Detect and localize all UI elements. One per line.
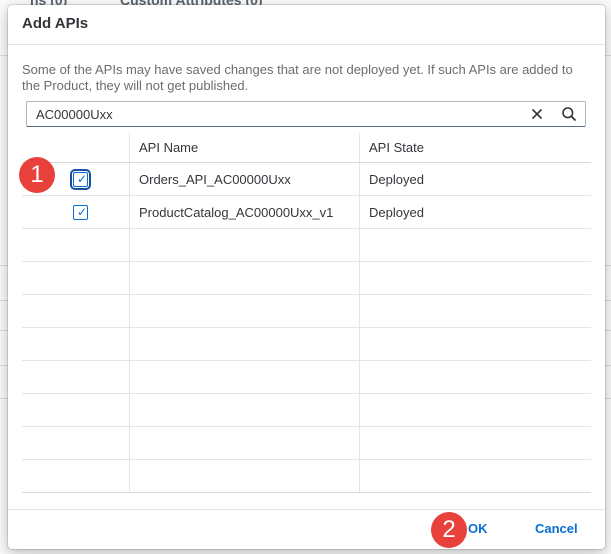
cancel-button[interactable]: Cancel <box>535 521 578 536</box>
empty-row <box>22 262 591 295</box>
dialog-footer: OK Cancel <box>8 509 605 549</box>
row-checkbox[interactable]: ✓ <box>73 205 88 220</box>
empty-row <box>22 394 591 427</box>
search-field[interactable]: AC00000Uxx <box>26 101 586 127</box>
table-row[interactable]: ✓ Orders_API_AC00000Uxx Deployed <box>22 163 591 196</box>
api-name-cell: Orders_API_AC00000Uxx <box>139 172 291 187</box>
empty-row <box>22 427 591 460</box>
step-1-badge: 1 <box>19 157 55 193</box>
info-message: Some of the APIs may have saved changes … <box>22 62 573 93</box>
checkmark-icon: ✓ <box>77 172 88 186</box>
dialog-title: Add APIs <box>22 15 89 32</box>
empty-row <box>22 361 591 394</box>
empty-row <box>22 328 591 361</box>
api-state-cell: Deployed <box>369 172 424 187</box>
empty-row <box>22 229 591 262</box>
step-2-badge: 2 <box>431 512 467 548</box>
column-header-api-state: API State <box>369 140 424 155</box>
table-row[interactable]: ✓ ProductCatalog_AC00000Uxx_v1 Deployed <box>22 196 591 229</box>
clear-icon[interactable] <box>529 106 545 122</box>
search-icon[interactable] <box>561 106 577 122</box>
checkmark-icon: ✓ <box>77 205 88 219</box>
api-table: API Name API State ✓ Orders_API_AC00000U… <box>22 133 591 493</box>
api-state-cell: Deployed <box>369 205 424 220</box>
ok-button[interactable]: OK <box>468 521 488 536</box>
column-header-api-name: API Name <box>139 140 199 155</box>
table-header: API Name API State <box>22 133 591 163</box>
add-apis-dialog: Add APIs Some of the APIs may have saved… <box>8 5 605 549</box>
empty-row <box>22 295 591 328</box>
api-name-cell: ProductCatalog_AC00000Uxx_v1 <box>139 205 334 220</box>
dialog-header: Add APIs <box>8 5 605 45</box>
row-checkbox[interactable]: ✓ <box>70 169 91 190</box>
search-input[interactable]: AC00000Uxx <box>36 107 113 122</box>
